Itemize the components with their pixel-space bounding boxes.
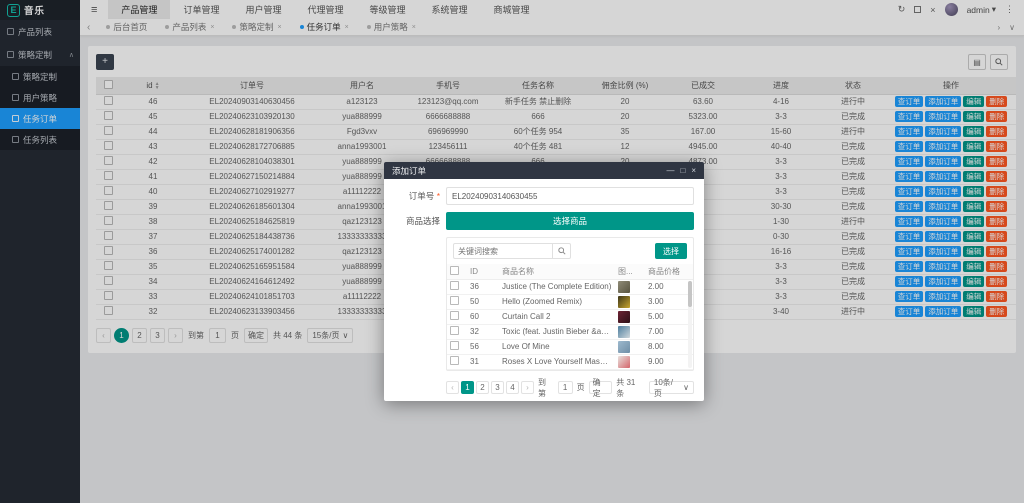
pager-page-button[interactable]: 1 xyxy=(461,381,474,394)
product-column-header: 图... xyxy=(615,264,645,279)
product-column-header: 商品名称 xyxy=(499,264,615,279)
cell-product-price: 3.00 xyxy=(645,294,693,309)
cell-product-price: 2.00 xyxy=(645,279,693,294)
pager-jump-input[interactable] xyxy=(558,381,573,394)
per-page-label: 10条/页 xyxy=(654,377,680,399)
row-checkbox[interactable] xyxy=(450,296,459,305)
order-no-input[interactable] xyxy=(446,187,694,205)
scrollbar-thumb[interactable] xyxy=(688,281,692,307)
row-checkbox[interactable] xyxy=(450,341,459,350)
product-column-header: ID xyxy=(467,264,499,279)
pager-jump-label: 到第 xyxy=(538,377,554,399)
cell-product-id: 36 xyxy=(467,279,499,294)
row-checkbox[interactable] xyxy=(450,281,459,290)
keyword-search-input[interactable] xyxy=(453,243,553,259)
cell-product-name: Justice (The Complete Edition) xyxy=(499,279,615,294)
modal-window-controls: — □ × xyxy=(666,166,696,175)
album-thumbnail xyxy=(618,296,630,308)
product-table: ID商品名称图...商品价格 36Justice (The Complete E… xyxy=(447,264,693,370)
album-thumbnail xyxy=(618,281,630,293)
product-select-label: 商品选择 xyxy=(394,215,446,227)
cell-product-id: 32 xyxy=(467,324,499,339)
required-asterisk: * xyxy=(437,191,440,201)
cell-product-price: 8.00 xyxy=(645,339,693,354)
page: E 音乐 产品列表策略定制∧策略定制用户策略任务订单任务列表 ≡ 产品管理订单管… xyxy=(0,0,1024,503)
album-thumbnail xyxy=(618,341,630,353)
cell-product-image xyxy=(615,309,645,324)
cell-product-image xyxy=(615,339,645,354)
order-no-label-text: 订单号 xyxy=(409,191,435,201)
row-checkbox-cell xyxy=(447,339,467,354)
row-checkbox-cell xyxy=(447,309,467,324)
product-scrollbar[interactable] xyxy=(688,281,692,368)
order-no-label: 订单号 * xyxy=(394,190,446,202)
cell-product-id: 50 xyxy=(467,294,499,309)
pager-page-button[interactable]: 2 xyxy=(476,381,489,394)
product-header-row: ID商品名称图...商品价格 xyxy=(447,264,693,279)
product-row: 50Hello (Zoomed Remix) 3.00 xyxy=(447,294,693,309)
select-all-checkbox[interactable] xyxy=(450,266,459,275)
row-checkbox-cell xyxy=(447,354,467,369)
picker-toolbar: 选择 xyxy=(447,238,693,264)
cell-product-image xyxy=(615,354,645,369)
keyword-search-button[interactable] xyxy=(553,243,571,259)
album-thumbnail xyxy=(618,311,630,323)
select-button[interactable]: 选择 xyxy=(655,243,687,259)
row-checkbox-cell xyxy=(447,294,467,309)
modal-titlebar: 添加订单 — □ × xyxy=(384,162,704,179)
per-page-select[interactable]: 10条/页∨ xyxy=(649,381,694,394)
product-row: 36Justice (The Complete Edition) 2.00 xyxy=(447,279,693,294)
product-column-header: 商品价格 xyxy=(645,264,693,279)
cell-product-id: 56 xyxy=(467,339,499,354)
restore-icon[interactable]: □ xyxy=(680,166,685,175)
pager-total-label: 共 31 条 xyxy=(616,377,645,399)
row-checkbox-cell xyxy=(447,324,467,339)
product-row: 32Toxic (feat. Justin Bieber &amp; Bi...… xyxy=(447,324,693,339)
cell-product-price: 7.00 xyxy=(645,324,693,339)
pager-page-button[interactable]: 3 xyxy=(491,381,504,394)
cell-product-id: 60 xyxy=(467,309,499,324)
row-checkbox[interactable] xyxy=(450,311,459,320)
cell-product-name: Hello (Zoomed Remix) xyxy=(499,294,615,309)
product-table-body: 36Justice (The Complete Edition)2.0050He… xyxy=(447,279,693,369)
cell-product-image xyxy=(615,279,645,294)
product-select-row: 商品选择 选择商品 xyxy=(394,212,694,230)
row-checkbox[interactable] xyxy=(450,326,459,335)
minimize-icon[interactable]: — xyxy=(666,166,674,175)
cell-product-name: Toxic (feat. Justin Bieber &amp; Bi... xyxy=(499,324,615,339)
cell-product-price: 9.00 xyxy=(645,354,693,369)
pager-confirm-button[interactable]: 确定 xyxy=(589,381,613,394)
pager-page-suffix-label: 页 xyxy=(577,382,585,393)
cell-product-name: Roses X Love Yourself Mashup xyxy=(499,354,615,369)
add-order-modal: 添加订单 — □ × 订单号 * 商品选择 选择商品 xyxy=(384,162,704,401)
cell-product-id: 31 xyxy=(467,354,499,369)
cell-product-name: Love Of Mine xyxy=(499,339,615,354)
pager-next-button[interactable]: › xyxy=(521,381,534,394)
cell-product-image xyxy=(615,324,645,339)
album-thumbnail xyxy=(618,326,630,338)
product-picker: 选择 ID商品名称图...商品价格 36Justice (The Complet… xyxy=(446,237,694,371)
product-row: 60Curtain Call 2 5.00 xyxy=(447,309,693,324)
pager-page-button[interactable]: 4 xyxy=(506,381,519,394)
product-pagination: ‹1234› 到第 页确定共 31 条 10条/页∨ xyxy=(446,377,694,399)
search-icon xyxy=(558,247,566,255)
row-checkbox-cell xyxy=(447,279,467,294)
select-product-button[interactable]: 选择商品 xyxy=(446,212,694,230)
product-table-head: ID商品名称图...商品价格 xyxy=(447,264,693,279)
album-thumbnail xyxy=(618,356,630,368)
product-row: 56Love Of Mine 8.00 xyxy=(447,339,693,354)
chevron-down-icon: ∨ xyxy=(683,383,689,392)
order-no-row: 订单号 * xyxy=(394,187,694,205)
header-checkbox-cell xyxy=(447,264,467,279)
cell-product-name: Curtain Call 2 xyxy=(499,309,615,324)
modal-close-icon[interactable]: × xyxy=(691,166,696,175)
cell-product-price: 5.00 xyxy=(645,309,693,324)
modal-body: 订单号 * 商品选择 选择商品 选择 ID商品名称图...商品价格 36Just… xyxy=(384,179,704,405)
product-row: 31Roses X Love Yourself Mashup 9.00 xyxy=(447,354,693,369)
pager-prev-button[interactable]: ‹ xyxy=(446,381,459,394)
row-checkbox[interactable] xyxy=(450,356,459,365)
cell-product-image xyxy=(615,294,645,309)
modal-title: 添加订单 xyxy=(392,165,426,177)
